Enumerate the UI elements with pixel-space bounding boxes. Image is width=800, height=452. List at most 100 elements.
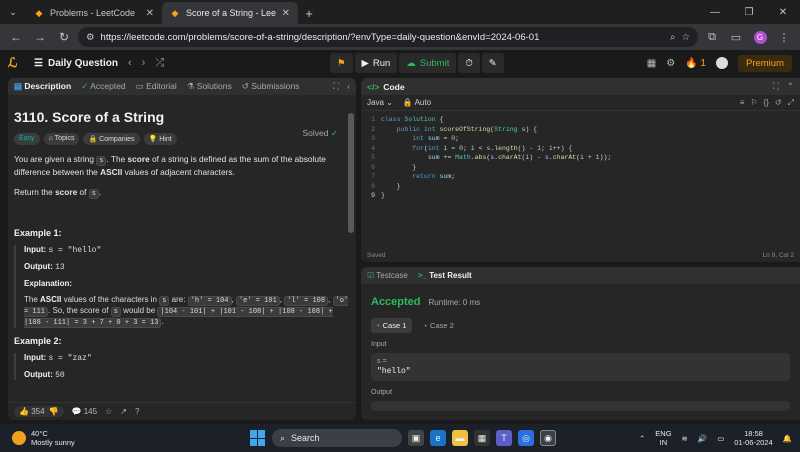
close-tab-icon[interactable]: ✕ [282, 8, 290, 19]
weather-widget[interactable]: 40°C Mostly sunny [0, 429, 200, 447]
run-button[interactable]: ▶ Run [354, 53, 398, 73]
cursor-position: Ln 9, Col 2 [762, 251, 794, 259]
text: . The [106, 154, 126, 164]
language-select[interactable]: Java ⌄ [367, 98, 393, 107]
problem-title[interactable]: 3110. Score of a String [14, 109, 350, 125]
teams-icon[interactable]: T [496, 430, 512, 446]
tab-solutions[interactable]: ⚗ Solutions [187, 81, 232, 92]
comment-icon: 💬 [71, 407, 82, 416]
reset-icon[interactable]: ↺ [775, 98, 782, 108]
like-button[interactable]: 👍 354 [19, 407, 45, 416]
profile-button[interactable]: G [750, 27, 770, 47]
browser-menu-icon[interactable]: ⋮ [774, 27, 794, 47]
solved-indicator: Solved ✓ [303, 128, 339, 139]
collapse-panel-icon[interactable]: ‹ [347, 81, 350, 92]
problem-list-button[interactable]: ☰ Daily Question [34, 58, 118, 69]
clock[interactable]: 18:58 01-06-2024 [734, 429, 772, 447]
edge-icon[interactable]: e [430, 430, 446, 446]
example-1-block: Input: s = "hello" Output: 13 Explanatio… [14, 245, 350, 328]
leetcode-logo-icon[interactable]: ℒ [8, 55, 28, 71]
prev-problem-icon[interactable]: ‹ [128, 57, 132, 69]
bookmark-star-icon[interactable]: ☆ [681, 32, 690, 43]
forward-button[interactable]: → [30, 27, 50, 47]
collapse-panel-icon[interactable]: ⌃ [787, 81, 794, 92]
notes-icon[interactable]: ✎ [481, 53, 504, 73]
notifications-icon[interactable]: 🔔 [783, 434, 792, 443]
file-explorer-icon[interactable]: ▬ [452, 430, 468, 446]
layout-icon[interactable]: ▦ [647, 58, 656, 69]
store-icon[interactable]: ▦ [474, 430, 490, 446]
description-scrollbar[interactable] [348, 113, 354, 233]
zoom-icon[interactable]: ⌕ [670, 32, 675, 43]
browser-tab-score-of-a-string[interactable]: ◆ Score of a String - LeetCode ✕ [162, 2, 298, 24]
bold-text: score [55, 187, 78, 197]
maximize-panel-icon[interactable]: ⛶ [773, 81, 779, 92]
language-indicator[interactable]: ENG IN [655, 429, 671, 447]
tab-label: Description [24, 81, 72, 91]
thumbs-up-icon: 👍 [19, 407, 29, 416]
close-window-button[interactable]: ✕ [766, 0, 800, 24]
battery-icon[interactable]: ▭ [717, 434, 724, 443]
browser-tab-problems[interactable]: ◆ Problems - LeetCode ✕ [26, 2, 162, 24]
example-input: Input: s = "hello" [24, 245, 350, 255]
weather-condition: Mostly sunny [31, 438, 75, 447]
fullscreen-icon[interactable]: ⤢ [788, 98, 794, 108]
comments-button[interactable]: 💬 145 [72, 407, 98, 416]
companies-chip[interactable]: 🔒 Companies [83, 133, 140, 145]
format-icon[interactable]: ≡ [740, 98, 745, 108]
debug-icon[interactable]: ⚑ [330, 53, 353, 73]
favorite-star-icon[interactable]: ☆ [105, 407, 112, 416]
submit-label: Submit [419, 57, 450, 69]
tab-description[interactable]: ▤ Description [14, 81, 71, 92]
lock-icon: 🔒 [402, 98, 413, 107]
extensions-icon[interactable]: ⧉ [702, 27, 722, 47]
timer-icon[interactable]: ⏱ [458, 53, 480, 73]
premium-button[interactable]: Premium [737, 54, 792, 72]
next-problem-icon[interactable]: › [142, 57, 146, 69]
case-1-tab[interactable]: • Case 1 [371, 318, 413, 333]
tab-testcase[interactable]: ☑ Testcase [367, 271, 408, 280]
tab-search-icon[interactable]: ⌄ [0, 0, 26, 24]
task-view-icon[interactable]: ▣ [408, 430, 424, 446]
chrome-icon[interactable]: ◉ [540, 430, 556, 446]
example-2-title: Example 2: [14, 336, 62, 346]
tab-submissions[interactable]: ↺ Submissions [242, 81, 300, 92]
tab-test-result[interactable]: >_ Test Result [418, 271, 472, 280]
bookmark-icon[interactable]: ⚐ [750, 98, 757, 108]
close-tab-icon[interactable]: ✕ [146, 8, 154, 19]
help-icon[interactable]: ? [135, 407, 139, 416]
streak-counter[interactable]: 🔥 1 [685, 58, 706, 69]
code-line: 5 sum += Math.abs(s.charAt(i) - s.charAt… [361, 153, 800, 163]
reload-button[interactable]: ↻ [54, 27, 74, 47]
taskbar-search[interactable]: ⌕ Search [272, 429, 402, 447]
chip-label: Hint [159, 136, 172, 143]
tab-editorial[interactable]: ▭ Editorial [136, 81, 177, 92]
windows-start-icon[interactable] [250, 430, 266, 446]
maximize-panel-icon[interactable]: ⛶ [333, 81, 339, 92]
volume-icon[interactable]: 🔊 [698, 434, 707, 443]
hint-chip[interactable]: 💡 Hint [143, 133, 177, 145]
tab-accepted[interactable]: ✓ Accepted [81, 81, 125, 92]
url-field[interactable]: ⚙ https://leetcode.com/problems/score-of… [78, 27, 698, 47]
maximize-button[interactable]: ❐ [732, 0, 766, 24]
case-2-tab[interactable]: • Case 2 [418, 318, 459, 333]
back-button[interactable]: ← [6, 27, 26, 47]
sidebar-icon[interactable]: ▭ [726, 27, 746, 47]
photos-icon[interactable]: ◎ [518, 430, 534, 446]
topics-chip[interactable]: ⌂ Topics [43, 133, 80, 145]
braces-icon[interactable]: {} [764, 98, 769, 108]
auto-mode[interactable]: 🔒 Auto [403, 98, 431, 107]
user-avatar[interactable] [715, 57, 728, 69]
minimize-button[interactable]: — [698, 0, 732, 24]
tray-chevron-icon[interactable]: ⌃ [639, 434, 645, 443]
code-editor[interactable]: 1 class Solution { 2 public int scoreOfSt… [361, 111, 800, 201]
shuffle-icon[interactable]: ⤮ [155, 57, 164, 70]
thumbs-down-icon[interactable]: 👎 [49, 407, 59, 416]
example-input: Input: s = "zaz" [24, 353, 350, 363]
share-icon[interactable]: ↗ [120, 407, 127, 416]
submit-button[interactable]: ☁ Submit [399, 53, 457, 73]
new-tab-button[interactable]: + [298, 2, 320, 24]
site-info-icon[interactable]: ⚙ [86, 32, 95, 43]
settings-gear-icon[interactable]: ⚙ [666, 58, 675, 69]
wifi-icon[interactable]: ≋ [682, 434, 688, 443]
